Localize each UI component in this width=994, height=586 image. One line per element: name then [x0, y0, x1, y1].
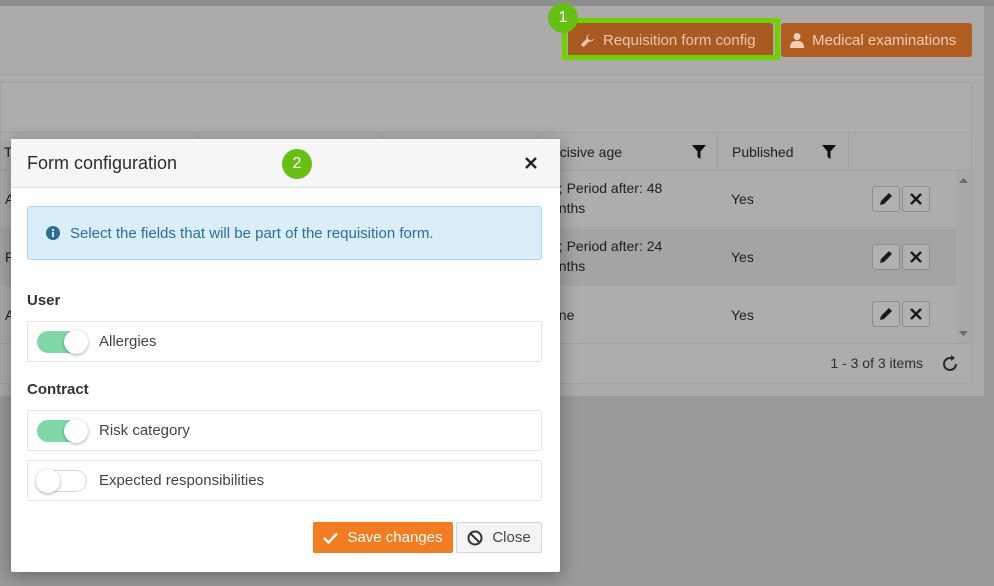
column-header-label: ecisive age — [552, 144, 623, 160]
filter-icon[interactable] — [692, 145, 706, 160]
edit-button[interactable] — [872, 186, 900, 212]
button-label: Close — [492, 529, 531, 546]
pencil-icon — [880, 251, 892, 263]
cancel-icon — [467, 530, 483, 545]
allergies-toggle[interactable] — [37, 329, 88, 354]
expected-responsibilities-toggle[interactable] — [36, 468, 87, 493]
step-badge-1: 1 — [548, 3, 578, 33]
button-label: Save changes — [347, 529, 443, 546]
close-icon — [910, 251, 922, 263]
field-row-expected-responsibilities: Expected responsibilities — [27, 460, 542, 501]
field-row-risk-category: Risk category — [27, 410, 542, 451]
cell-line: onths — [551, 258, 586, 274]
close-button[interactable]: Close — [456, 522, 542, 553]
cell-line: 0; Period after: 24 — [551, 238, 663, 254]
vertical-scrollbar[interactable] — [956, 171, 971, 343]
column-header-published[interactable]: Published — [717, 133, 848, 171]
edit-button[interactable] — [872, 301, 900, 327]
cell-line: onths — [551, 200, 586, 216]
refresh-icon[interactable] — [941, 355, 959, 373]
close-icon[interactable] — [522, 154, 540, 172]
cell-published: Yes — [731, 191, 754, 207]
delete-button[interactable] — [902, 244, 930, 270]
scroll-up-icon[interactable] — [956, 175, 971, 185]
filter-icon[interactable] — [822, 145, 836, 160]
cell-published: Yes — [731, 249, 754, 265]
info-alert: Select the fields that will be part of t… — [27, 206, 542, 260]
toggle-knob — [36, 468, 60, 493]
cell-line: 0; Period after: 48 — [551, 180, 663, 196]
cell-decisive-age: 0; Period after: 24 onths — [551, 236, 662, 276]
column-header-label: Published — [732, 144, 794, 160]
field-row-allergies: Allergies — [27, 321, 542, 362]
close-icon — [910, 308, 922, 320]
field-label: Risk category — [99, 422, 190, 439]
user-icon — [790, 33, 804, 48]
section-label-user: User — [27, 292, 61, 309]
info-text: Select the fields that will be part of t… — [70, 224, 434, 242]
close-icon — [910, 193, 922, 205]
risk-category-toggle[interactable] — [37, 418, 88, 443]
grid-toolbar — [1, 83, 971, 133]
button-label: Medical examinations — [812, 31, 957, 49]
medical-examinations-button[interactable]: Medical examinations — [781, 23, 972, 57]
scroll-down-icon[interactable] — [956, 329, 971, 339]
cell-decisive-age: 0; Period after: 48 onths — [551, 178, 662, 218]
toggle-knob — [64, 329, 88, 354]
highlight-frame — [562, 18, 780, 60]
delete-button[interactable] — [902, 301, 930, 327]
edit-button[interactable] — [872, 244, 900, 270]
pencil-icon — [880, 193, 892, 205]
dialog-title: Form configuration — [27, 153, 178, 173]
pencil-icon — [880, 308, 892, 320]
cell-published: Yes — [731, 307, 754, 323]
check-icon — [323, 532, 339, 544]
info-icon — [46, 226, 60, 240]
column-header-actions — [848, 133, 958, 171]
form-configuration-dialog: Form configuration Select the fields tha… — [11, 139, 560, 572]
delete-button[interactable] — [902, 186, 930, 212]
field-label: Allergies — [99, 333, 157, 350]
toggle-knob — [64, 418, 88, 443]
save-changes-button[interactable]: Save changes — [313, 522, 453, 553]
pager-info: 1 - 3 of 3 items — [830, 355, 923, 371]
field-label: Expected responsibilities — [99, 472, 265, 489]
section-label-contract: Contract — [27, 381, 89, 398]
step-badge-2: 2 — [282, 149, 312, 179]
column-header-decisive-age[interactable]: ecisive age — [537, 133, 717, 171]
